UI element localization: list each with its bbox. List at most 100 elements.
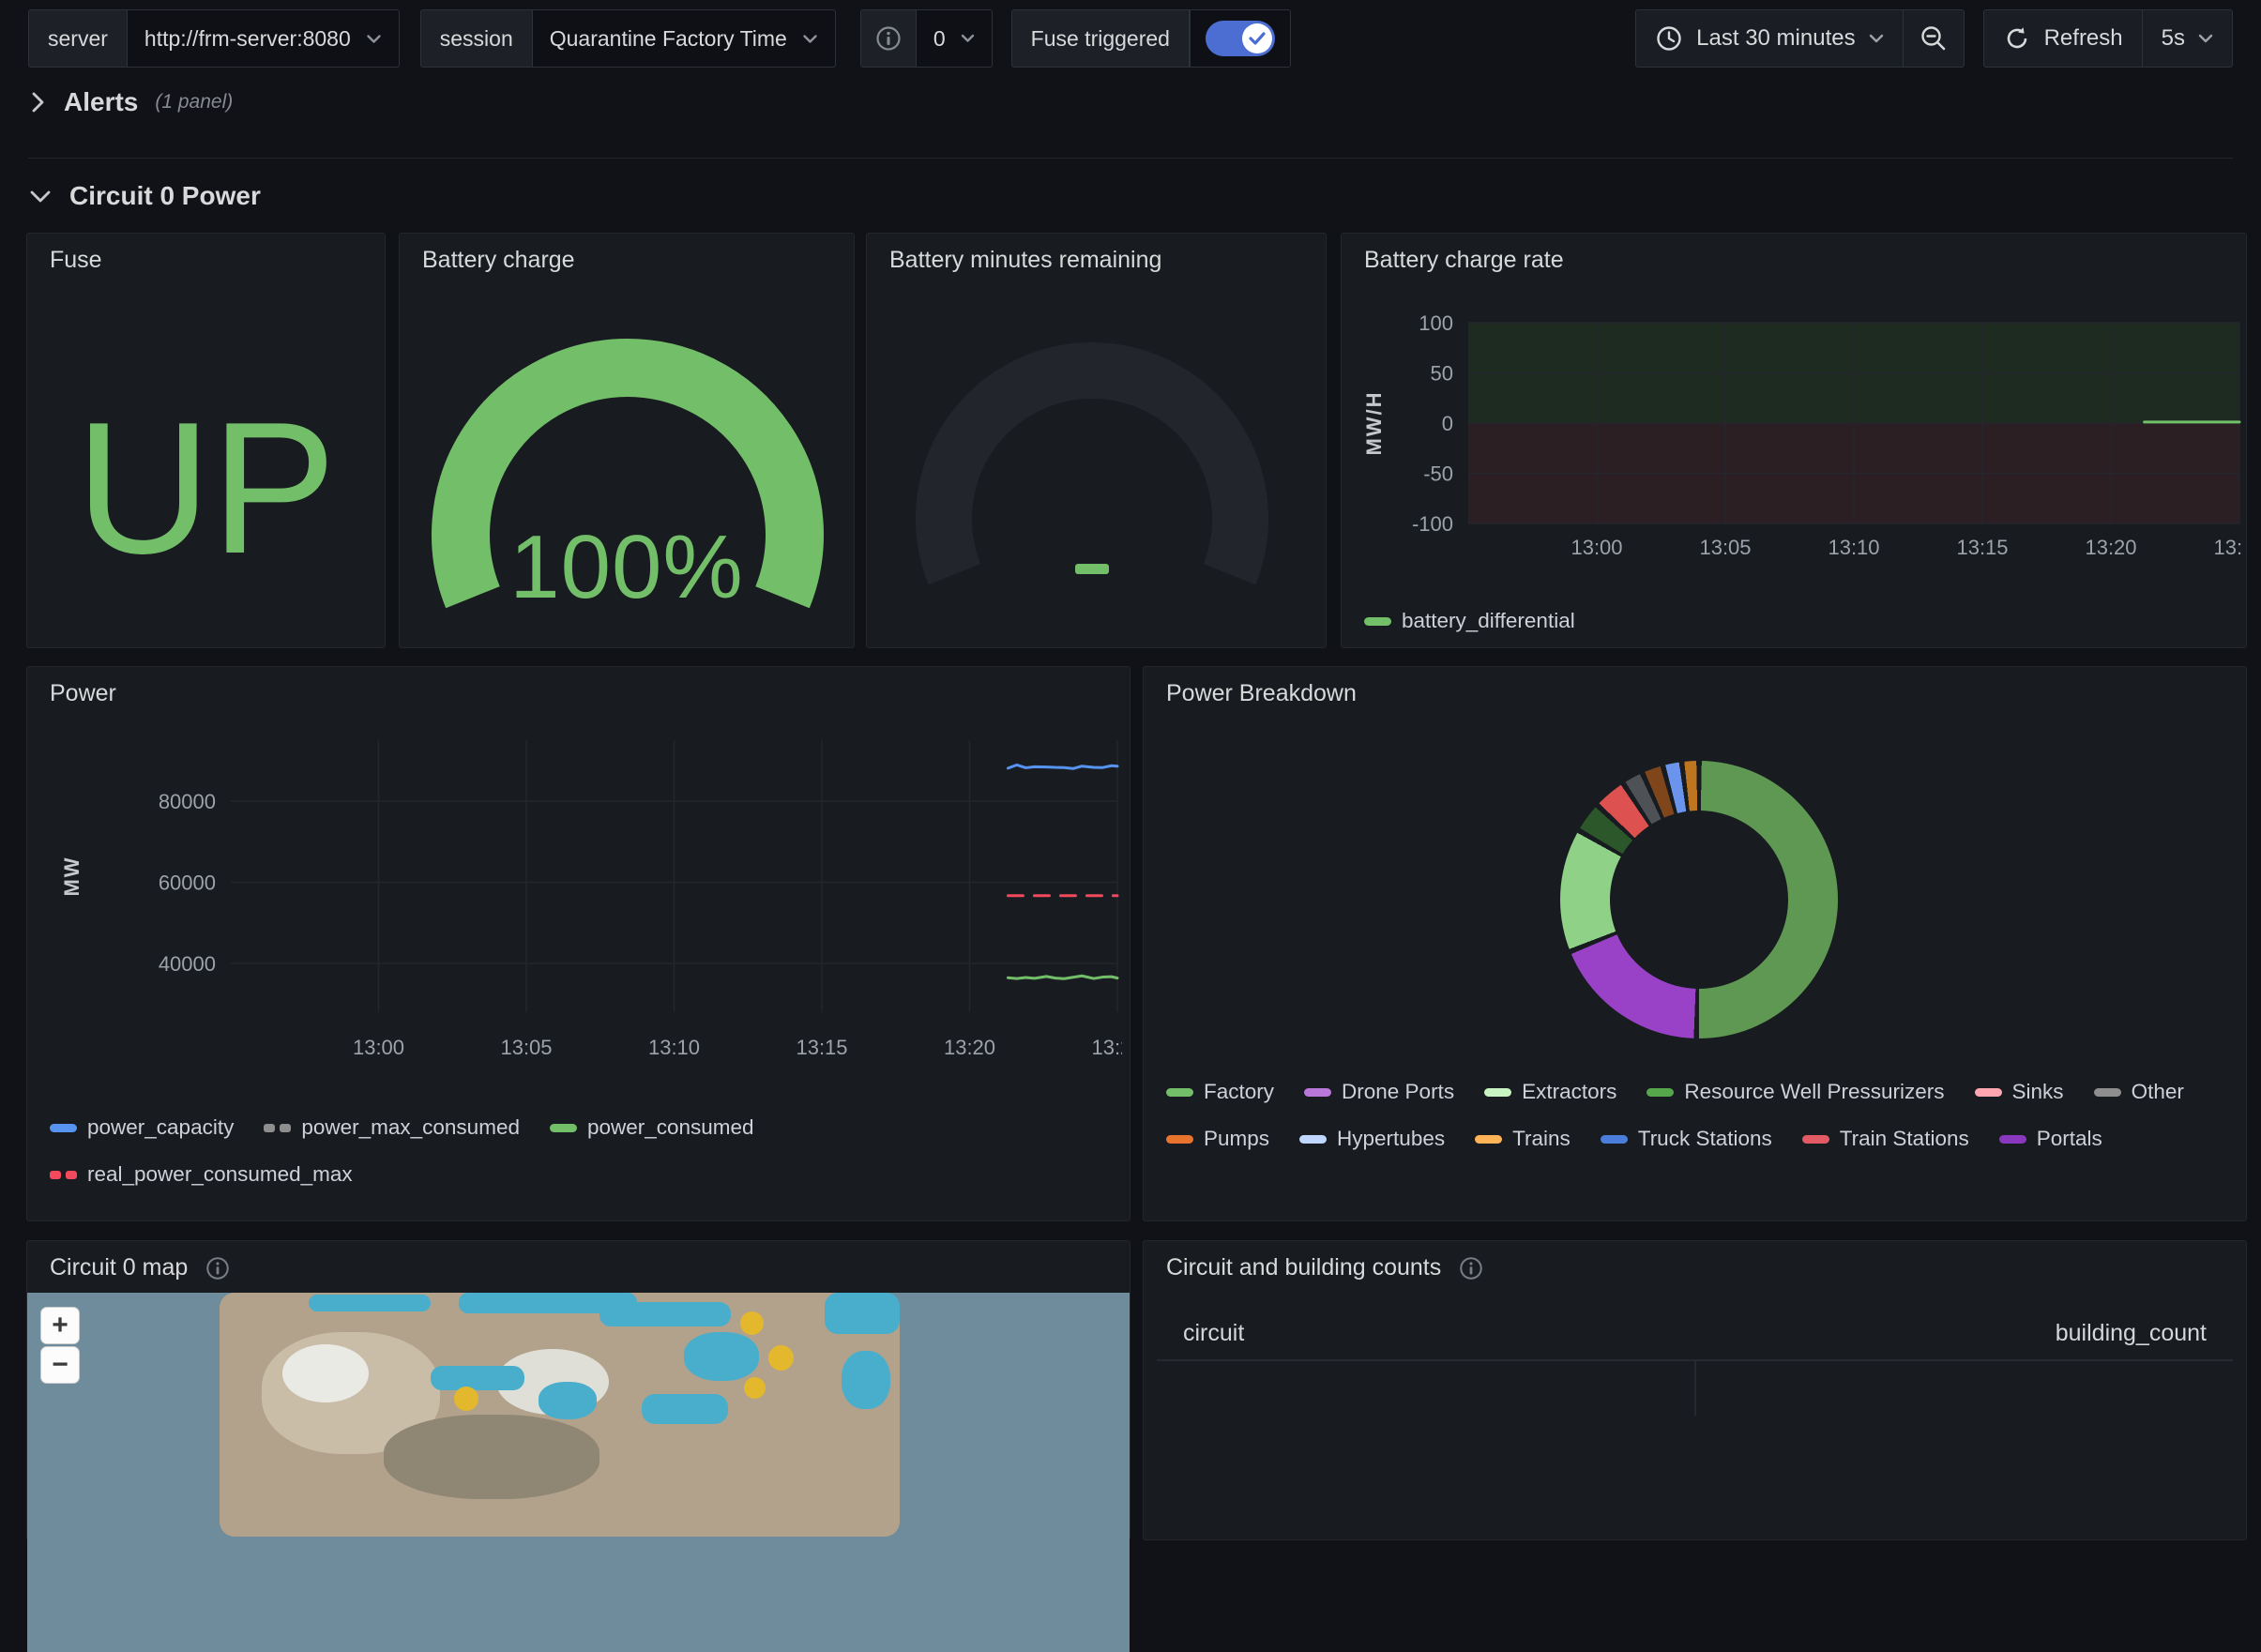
refresh-interval-button[interactable]: 5s [2143,9,2233,68]
map-water [642,1394,728,1424]
map-water [599,1302,731,1326]
power-breakdown-donut[interactable] [1560,761,1838,1038]
chevron-down-icon [2198,34,2213,43]
svg-text:MW: MW [60,856,83,896]
map-water [309,1295,431,1311]
fuse-toggle[interactable] [1206,21,1275,56]
map-snow-patch [282,1344,369,1402]
server-variable-value[interactable]: http://frm-server:8080 [128,9,400,68]
server-variable-value-text: http://frm-server:8080 [144,26,351,52]
power-legend[interactable]: power_capacity power_max_consumed power_co… [50,1115,1025,1187]
svg-text:-100: -100 [1412,512,1453,536]
row-alerts[interactable]: Alerts (1 panel) [28,88,233,131]
session-variable-value-text: Quarantine Factory Time [550,26,787,52]
power-breakdown-legend[interactable]: Factory Drone Ports Extractors Resource Wel… [1166,1080,2228,1151]
legend-item[interactable]: Truck Stations [1601,1127,1772,1151]
svg-text:13:10: 13:10 [648,1036,700,1059]
map-water [825,1293,900,1334]
battery-charge-rate-chart[interactable]: 100500-50-10013:0013:0513:1013:1513:2013… [1353,296,2242,572]
chevron-down-icon [28,187,53,205]
legend-item[interactable]: real_power_consumed_max [50,1162,353,1187]
fuse-triggered-label: Fuse triggered [1011,9,1190,68]
legend-label: battery_differential [1402,609,1575,633]
circuit0-map-canvas[interactable]: + − [27,1293,1130,1652]
fuse-triggered-control: Fuse triggered [1011,9,1291,68]
chevron-down-icon [366,34,382,44]
map-node-dot [744,1377,766,1399]
panel-power: Power 80000600004000013:0013:0513:1013:1… [26,666,1130,1221]
row-alerts-title: Alerts [64,88,138,117]
legend-item[interactable]: power_consumed [550,1115,754,1140]
info-icon[interactable] [205,1255,231,1281]
table-header-circuit[interactable]: circuit [1183,1320,1244,1347]
panel-fuse-title: Fuse [50,247,102,274]
time-picker: Last 30 minutes [1635,9,1964,68]
chevron-down-icon [961,34,975,43]
panel-fuse: Fuse UP [26,233,386,648]
svg-text:50: 50 [1431,362,1453,386]
battery-charge-value: 100% [400,523,854,613]
legend-item[interactable]: Extractors [1484,1080,1616,1104]
legend-item[interactable]: Hypertubes [1299,1127,1445,1151]
battery-charge-rate-legend[interactable]: battery_differential [1364,609,2208,633]
legend-item[interactable]: Resource Well Pressurizers [1646,1080,1944,1104]
refresh-button[interactable]: Refresh [1983,9,2143,68]
map-zoom-out-button[interactable]: − [40,1346,80,1384]
svg-text:13:00: 13:00 [1571,536,1622,559]
panel-count-variable: 0 [860,9,993,68]
legend-item[interactable]: power_capacity [50,1115,234,1140]
row-circuit0-power[interactable]: Circuit 0 Power [28,173,261,220]
legend-item[interactable]: Train Stations [1802,1127,1969,1151]
legend-item[interactable]: Drone Ports [1304,1080,1454,1104]
time-range-button[interactable]: Last 30 minutes [1635,9,1903,68]
row-divider [28,158,2233,159]
legend-label: Trains [1512,1127,1571,1151]
power-chart[interactable]: 80000600004000013:0013:0513:1013:1513:20… [38,729,1122,1104]
panel-battery-minutes-title: Battery minutes remaining [889,247,1161,274]
map-node-dot [768,1345,794,1371]
legend-item[interactable]: Other [2094,1080,2184,1104]
map-node-dot [454,1387,478,1411]
legend-swatch [1166,1135,1193,1144]
svg-text:MW/H: MW/H [1362,390,1386,455]
legend-swatch [264,1124,291,1132]
svg-text:-50: -50 [1423,462,1453,486]
legend-label: Extractors [1522,1080,1616,1104]
info-icon[interactable] [1458,1255,1484,1281]
legend-label: Other [2132,1080,2184,1104]
session-variable-value[interactable]: Quarantine Factory Time [533,9,836,68]
panel-count-value[interactable]: 0 [916,9,993,68]
clock-icon [1655,24,1683,53]
svg-text:40000: 40000 [159,952,216,976]
legend-item[interactable]: Portals [1999,1127,2102,1151]
legend-label: power_max_consumed [301,1115,520,1140]
legend-swatch [1299,1135,1327,1144]
table-header-building-count[interactable]: building_count [2056,1320,2207,1347]
svg-text:13:00: 13:00 [353,1036,404,1059]
legend-label: Train Stations [1840,1127,1969,1151]
legend-item[interactable]: Factory [1166,1080,1274,1104]
panel-battery-charge-rate-title: Battery charge rate [1364,247,1564,274]
legend-item[interactable]: Pumps [1166,1127,1269,1151]
map-zoom-in-button[interactable]: + [40,1307,80,1344]
panel-circuit0-map-title: Circuit 0 map [50,1254,188,1281]
legend-swatch [1304,1088,1331,1097]
legend-label: power_capacity [87,1115,234,1140]
legend-item[interactable]: Trains [1475,1127,1571,1151]
svg-text:13:05: 13:05 [1699,536,1751,559]
legend-item[interactable]: Sinks [1975,1080,2064,1104]
dashboard-toolbar: server http://frm-server:8080 session Qu… [28,9,2233,68]
row-alerts-panel-count: (1 panel) [155,91,233,114]
legend-swatch [1364,617,1391,626]
panel-circuit-building-counts: Circuit and building counts circuit buil… [1143,1240,2247,1540]
fuse-toggle-box [1190,9,1291,68]
svg-text:60000: 60000 [159,871,216,894]
svg-text:100: 100 [1419,311,1453,335]
svg-text:13:15: 13:15 [1956,536,2008,559]
legend-item[interactable]: battery_differential [1364,609,1575,633]
refresh-interval-value: 5s [2162,25,2185,52]
legend-item[interactable]: power_max_consumed [264,1115,520,1140]
panel-battery-minutes: Battery minutes remaining [866,233,1327,648]
chevron-down-icon [1869,34,1884,43]
zoom-out-time-button[interactable] [1904,9,1965,68]
